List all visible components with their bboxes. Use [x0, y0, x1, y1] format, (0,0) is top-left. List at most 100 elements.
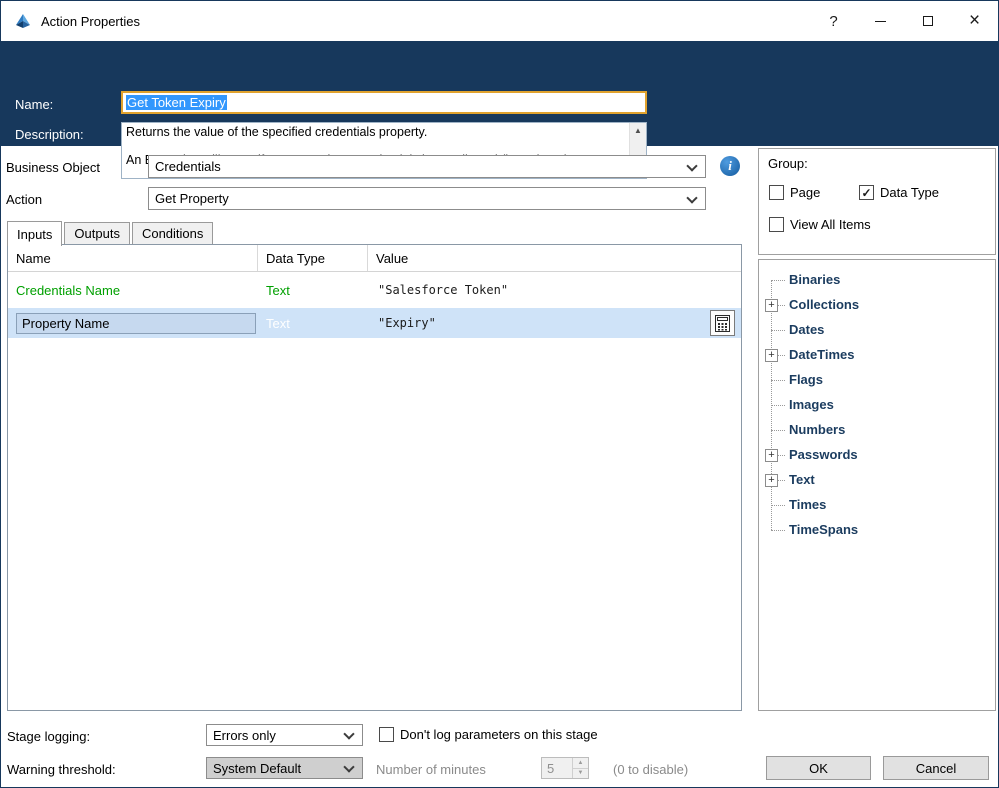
param-value[interactable]: "Salesforce Token" [368, 283, 741, 297]
tab-conditions[interactable]: Conditions [131, 222, 214, 245]
table-header: Name Data Type Value [8, 245, 741, 272]
view-all-items-checkbox[interactable]: ✓ View All Items [769, 217, 871, 232]
name-input-value: Get Token Expiry [126, 95, 227, 110]
data-type-tree: + Binaries + Collections + Dates + DateT… [758, 259, 996, 711]
view-all-items-checkbox-box[interactable]: ✓ [769, 217, 784, 232]
tree-item-label: Times [789, 497, 827, 512]
tree-item-timespans[interactable]: + TimeSpans [759, 518, 995, 543]
tree-item-dates[interactable]: + Dates [759, 318, 995, 343]
stage-logging-label: Stage logging: [7, 729, 91, 744]
group-panel: Group: ✓ Page ✓ Data Type ✓ View All Ite… [758, 148, 996, 255]
business-object-label: Business Object [6, 160, 100, 175]
param-data-type: Text [266, 282, 290, 298]
warning-threshold-select[interactable]: System Default [206, 757, 363, 779]
param-name-editor[interactable]: Property Name [16, 312, 256, 334]
tree-item-datetimes[interactable]: + DateTimes [759, 343, 995, 368]
scroll-up-icon[interactable]: ▲ [634, 123, 642, 138]
maximize-button[interactable] [904, 1, 951, 41]
number-of-minutes-label: Number of minutes [376, 762, 486, 777]
minimize-button[interactable] [857, 1, 904, 41]
tree-item-times[interactable]: + Times [759, 493, 995, 518]
window-controls: ? × [810, 1, 998, 41]
minimize-icon [875, 20, 886, 22]
group-label: Group: [768, 156, 808, 171]
tree-item-label: Text [789, 472, 815, 487]
calculator-icon [715, 314, 730, 332]
tree-item-flags[interactable]: + Flags [759, 368, 995, 393]
description-line-1: Returns the value of the specified crede… [126, 125, 428, 139]
param-tabs: Inputs Outputs Conditions [7, 221, 215, 246]
warning-threshold-value: System Default [213, 761, 302, 776]
expand-icon[interactable]: + [765, 349, 778, 362]
column-header-name: Name [8, 245, 258, 271]
tree-item-label: Binaries [789, 272, 841, 287]
chevron-down-icon [686, 192, 698, 204]
titlebar: Action Properties ? × [1, 1, 998, 41]
table-row[interactable]: Property Name Text "Expiry" [8, 308, 741, 338]
tab-inputs[interactable]: Inputs [7, 221, 63, 246]
tree-item-label: Numbers [789, 422, 846, 437]
help-button[interactable]: ? [810, 1, 857, 41]
chevron-down-icon [343, 728, 355, 740]
minutes-value: 5 [547, 761, 555, 776]
dont-log-checkbox[interactable]: ✓ Don't log parameters on this stage [379, 727, 598, 742]
cancel-button[interactable]: Cancel [883, 756, 989, 780]
maximize-icon [922, 16, 933, 26]
column-header-value: Value [376, 251, 409, 266]
warning-threshold-label: Warning threshold: [7, 762, 116, 777]
spinner-up-icon[interactable]: ▲ [573, 758, 588, 769]
data-type-checkbox-box[interactable]: ✓ [859, 185, 874, 200]
dont-log-checkbox-box[interactable]: ✓ [379, 727, 394, 742]
action-value: Get Property [155, 191, 229, 206]
stage-logging-select[interactable]: Errors only [206, 724, 363, 746]
tree-item-images[interactable]: + Images [759, 393, 995, 418]
checkmark-icon: ✓ [861, 185, 872, 200]
business-object-value: Credentials [155, 159, 221, 174]
page-checkbox[interactable]: ✓ Page [769, 185, 820, 200]
view-all-items-checkbox-label: View All Items [790, 217, 871, 232]
tree-item-passwords[interactable]: + Passwords [759, 443, 995, 468]
param-value[interactable]: "Expiry" [368, 316, 741, 330]
tree-item-binaries[interactable]: + Binaries [759, 268, 995, 293]
table-row[interactable]: Credentials Name Text "Salesforce Token" [8, 272, 741, 308]
tree-item-label: DateTimes [789, 347, 855, 362]
expression-editor-button[interactable] [710, 310, 735, 336]
header-panel: Name: Get Token Expiry Description: Retu… [1, 41, 998, 179]
spinner-down-icon[interactable]: ▼ [573, 769, 588, 779]
page-checkbox-label: Page [790, 185, 821, 200]
param-data-type: Text [266, 315, 290, 331]
data-type-checkbox-label: Data Type [880, 185, 940, 200]
tree-item-label: Passwords [789, 447, 858, 462]
blue-prism-logo-icon [14, 12, 32, 30]
tab-outputs[interactable]: Outputs [64, 222, 130, 245]
expand-icon[interactable]: + [765, 449, 778, 462]
spinner-buttons: ▲ ▼ [572, 758, 588, 778]
column-header-data-type: Data Type [258, 245, 368, 271]
window-title: Action Properties [41, 13, 140, 29]
minutes-spinner[interactable]: 5 ▲ ▼ [541, 757, 589, 779]
action-label: Action [6, 192, 43, 207]
action-select[interactable]: Get Property [148, 187, 706, 210]
tree-item-text[interactable]: + Text [759, 468, 995, 493]
close-button[interactable]: × [951, 1, 998, 41]
tree-item-label: Dates [789, 322, 825, 337]
tree-item-label: Collections [789, 297, 860, 312]
name-label: Name: [15, 97, 54, 112]
data-type-checkbox[interactable]: ✓ Data Type [859, 185, 939, 200]
info-icon[interactable]: i [720, 156, 740, 176]
tree-item-label: Images [789, 397, 834, 412]
param-name: Credentials Name [16, 282, 121, 298]
description-label: Description: [15, 127, 84, 142]
expand-icon[interactable]: + [765, 474, 778, 487]
tree-item-numbers[interactable]: + Numbers [759, 418, 995, 443]
inputs-table: Name Data Type Value Credentials Name Te… [7, 244, 742, 711]
name-input[interactable]: Get Token Expiry [121, 91, 647, 114]
expand-icon[interactable]: + [765, 299, 778, 312]
tree-item-collections[interactable]: + Collections [759, 293, 995, 318]
disable-hint-label: (0 to disable) [613, 762, 689, 777]
param-name-cell: Property Name [8, 312, 258, 334]
tree-item-label: Flags [789, 372, 823, 387]
page-checkbox-box[interactable]: ✓ [769, 185, 784, 200]
business-object-select[interactable]: Credentials [148, 155, 706, 178]
ok-button[interactable]: OK [766, 756, 871, 780]
